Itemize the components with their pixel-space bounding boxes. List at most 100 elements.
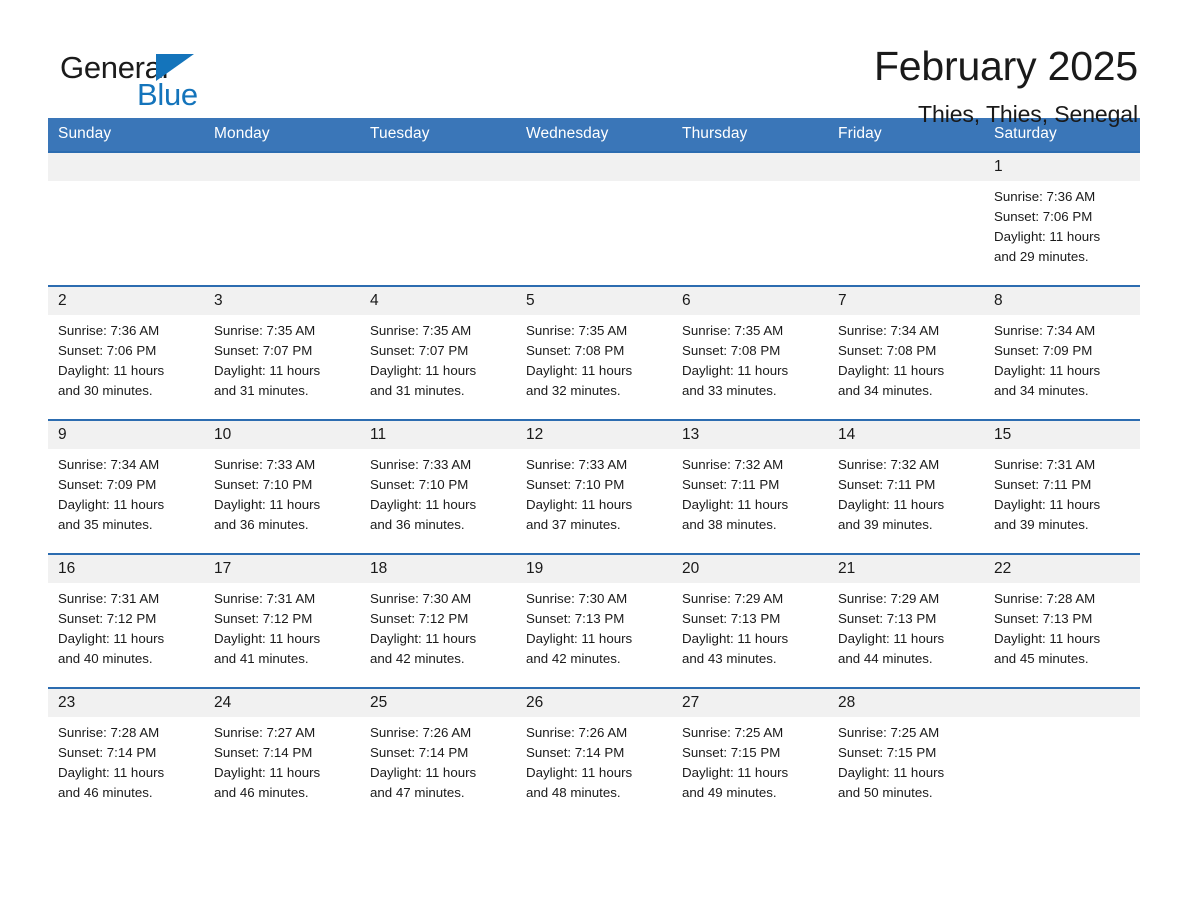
sunset-text: Sunset: 7:13 PM	[838, 611, 937, 626]
calendar-day-cell[interactable]: 9 Sunrise: 7:34 AM Sunset: 7:09 PM Daylight…	[48, 419, 204, 554]
calendar-day-cell[interactable]: 20 Sunrise: 7:29 AM Sunset: 7:13 PM Dayligh…	[672, 553, 828, 688]
calendar-day-cell[interactable]: 16 Sunrise: 7:31 AM Sunset: 7:12 PM Dayligh…	[48, 553, 204, 688]
day-details: Sunrise: 7:26 AM Sunset: 7:14 PM Daylight:…	[360, 717, 516, 803]
calendar-day-cell[interactable]: 25 Sunrise: 7:26 AM Sunset: 7:14 PM Dayligh…	[360, 687, 516, 822]
sunset-text: Sunset: 7:11 PM	[994, 477, 1092, 492]
calendar-day-cell[interactable]: 8 Sunrise: 7:34 AM Sunset: 7:09 PM Daylight…	[984, 285, 1140, 420]
day-number: 3	[204, 287, 360, 315]
calendar-day-cell[interactable]: 3 Sunrise: 7:35 AM Sunset: 7:07 PM Daylight…	[204, 285, 360, 420]
day-number: 9	[48, 421, 204, 449]
calendar-cell-empty	[204, 151, 360, 286]
day-number: 10	[204, 421, 360, 449]
calendar-cell-empty	[672, 151, 828, 286]
daylight-text-line2: and 43 minutes.	[682, 651, 777, 666]
day-number: 1	[984, 153, 1140, 181]
calendar-day-cell[interactable]: 11 Sunrise: 7:33 AM Sunset: 7:10 PM Dayligh…	[360, 419, 516, 554]
sunset-text: Sunset: 7:15 PM	[838, 745, 937, 760]
logo-text-blue: Blue	[137, 77, 198, 112]
sunrise-text: Sunrise: 7:33 AM	[214, 457, 316, 472]
calendar-day-cell[interactable]: 10 Sunrise: 7:33 AM Sunset: 7:10 PM Dayligh…	[204, 419, 360, 554]
day-details: Sunrise: 7:29 AM Sunset: 7:13 PM Daylight:…	[672, 583, 828, 669]
calendar-day-cell[interactable]: 19 Sunrise: 7:30 AM Sunset: 7:13 PM Dayligh…	[516, 553, 672, 688]
daylight-text-line1: Daylight: 11 hours	[994, 631, 1101, 646]
sunrise-text: Sunrise: 7:34 AM	[994, 323, 1096, 338]
sunset-text: Sunset: 7:12 PM	[214, 611, 313, 626]
daylight-text-line1: Daylight: 11 hours	[370, 363, 477, 378]
daylight-text-line2: and 48 minutes.	[526, 785, 621, 800]
sunset-text: Sunset: 7:10 PM	[214, 477, 313, 492]
calendar-day-cell[interactable]: 22 Sunrise: 7:28 AM Sunset: 7:13 PM Dayligh…	[984, 553, 1140, 688]
daylight-text-line2: and 42 minutes.	[370, 651, 465, 666]
daylight-text-line1: Daylight: 11 hours	[526, 497, 633, 512]
calendar-day-cell[interactable]: 21 Sunrise: 7:29 AM Sunset: 7:13 PM Dayligh…	[828, 553, 984, 688]
calendar-day-cell[interactable]: 17 Sunrise: 7:31 AM Sunset: 7:12 PM Dayligh…	[204, 553, 360, 688]
day-details: Sunrise: 7:29 AM Sunset: 7:13 PM Daylight:…	[828, 583, 984, 669]
calendar-day-cell[interactable]: 1 Sunrise: 7:36 AM Sunset: 7:06 PM Daylight…	[984, 151, 1140, 286]
day-number: 28	[828, 689, 984, 717]
calendar-day-cell[interactable]: 14 Sunrise: 7:32 AM Sunset: 7:11 PM Dayligh…	[828, 419, 984, 554]
day-details: Sunrise: 7:25 AM Sunset: 7:15 PM Daylight:…	[828, 717, 984, 803]
calendar-day-cell[interactable]: 26 Sunrise: 7:26 AM Sunset: 7:14 PM Dayligh…	[516, 687, 672, 822]
calendar-day-cell[interactable]: 4 Sunrise: 7:35 AM Sunset: 7:07 PM Daylight…	[360, 285, 516, 420]
day-details: Sunrise: 7:35 AM Sunset: 7:07 PM Daylight:…	[204, 315, 360, 401]
calendar-day-cell[interactable]: 15 Sunrise: 7:31 AM Sunset: 7:11 PM Dayligh…	[984, 419, 1140, 554]
daylight-text-line1: Daylight: 11 hours	[370, 497, 477, 512]
calendar-day-cell[interactable]: 2 Sunrise: 7:36 AM Sunset: 7:06 PM Daylight…	[48, 285, 204, 420]
day-number	[672, 153, 828, 181]
day-details: Sunrise: 7:35 AM Sunset: 7:08 PM Daylight:…	[516, 315, 672, 401]
day-number: 20	[672, 555, 828, 583]
day-details: Sunrise: 7:32 AM Sunset: 7:11 PM Daylight:…	[828, 449, 984, 535]
sunset-text: Sunset: 7:09 PM	[994, 343, 1093, 358]
sunset-text: Sunset: 7:12 PM	[58, 611, 157, 626]
sunrise-text: Sunrise: 7:31 AM	[214, 591, 316, 606]
daylight-text-line1: Daylight: 11 hours	[682, 631, 789, 646]
day-details: Sunrise: 7:36 AM Sunset: 7:06 PM Daylight:…	[48, 315, 204, 401]
sunrise-text: Sunrise: 7:28 AM	[58, 725, 160, 740]
calendar-cell-empty	[828, 151, 984, 286]
calendar-day-cell[interactable]: 12 Sunrise: 7:33 AM Sunset: 7:10 PM Dayligh…	[516, 419, 672, 554]
daylight-text-line2: and 50 minutes.	[838, 785, 933, 800]
calendar-day-cell[interactable]: 5 Sunrise: 7:35 AM Sunset: 7:08 PM Daylight…	[516, 285, 672, 420]
daylight-text-line2: and 46 minutes.	[214, 785, 309, 800]
day-details: Sunrise: 7:25 AM Sunset: 7:15 PM Daylight:…	[672, 717, 828, 803]
day-details: Sunrise: 7:35 AM Sunset: 7:08 PM Daylight:…	[672, 315, 828, 401]
daylight-text-line1: Daylight: 11 hours	[526, 765, 633, 780]
general-blue-logo: General Blue	[60, 44, 260, 114]
sunset-text: Sunset: 7:13 PM	[682, 611, 781, 626]
day-details: Sunrise: 7:30 AM Sunset: 7:12 PM Daylight:…	[360, 583, 516, 669]
calendar-day-cell[interactable]: 27 Sunrise: 7:25 AM Sunset: 7:15 PM Dayligh…	[672, 687, 828, 822]
daylight-text-line1: Daylight: 11 hours	[682, 497, 789, 512]
calendar-cell-empty	[516, 151, 672, 286]
day-details: Sunrise: 7:31 AM Sunset: 7:12 PM Daylight:…	[204, 583, 360, 669]
daylight-text-line2: and 34 minutes.	[994, 383, 1089, 398]
day-details: Sunrise: 7:35 AM Sunset: 7:07 PM Daylight:…	[360, 315, 516, 401]
day-number: 22	[984, 555, 1140, 583]
day-details: Sunrise: 7:26 AM Sunset: 7:14 PM Daylight:…	[516, 717, 672, 803]
day-number: 14	[828, 421, 984, 449]
calendar-day-cell[interactable]: 23 Sunrise: 7:28 AM Sunset: 7:14 PM Dayligh…	[48, 687, 204, 822]
calendar-cell-empty	[360, 151, 516, 286]
title-block: February 2025 Thies, Thies, Senegal	[874, 43, 1140, 128]
calendar-day-cell[interactable]: 24 Sunrise: 7:27 AM Sunset: 7:14 PM Dayligh…	[204, 687, 360, 822]
sunrise-text: Sunrise: 7:26 AM	[370, 725, 472, 740]
sunset-text: Sunset: 7:12 PM	[370, 611, 469, 626]
calendar-day-cell[interactable]: 7 Sunrise: 7:34 AM Sunset: 7:08 PM Daylight…	[828, 285, 984, 420]
day-number	[360, 153, 516, 181]
day-details: Sunrise: 7:31 AM Sunset: 7:12 PM Daylight:…	[48, 583, 204, 669]
daylight-text-line1: Daylight: 11 hours	[58, 765, 165, 780]
day-number: 25	[360, 689, 516, 717]
calendar-day-cell[interactable]: 13 Sunrise: 7:32 AM Sunset: 7:11 PM Dayligh…	[672, 419, 828, 554]
daylight-text-line1: Daylight: 11 hours	[58, 363, 165, 378]
daylight-text-line2: and 31 minutes.	[370, 383, 465, 398]
calendar-day-cell[interactable]: 6 Sunrise: 7:35 AM Sunset: 7:08 PM Daylight…	[672, 285, 828, 420]
day-number: 26	[516, 689, 672, 717]
sunset-text: Sunset: 7:13 PM	[526, 611, 625, 626]
calendar-day-cell[interactable]: 28 Sunrise: 7:25 AM Sunset: 7:15 PM Dayligh…	[828, 687, 984, 822]
sunrise-text: Sunrise: 7:28 AM	[994, 591, 1096, 606]
day-number: 13	[672, 421, 828, 449]
daylight-text-line2: and 35 minutes.	[58, 517, 153, 532]
calendar-body: 1 Sunrise: 7:36 AM Sunset: 7:06 PM Daylight…	[48, 151, 1140, 822]
day-number: 5	[516, 287, 672, 315]
calendar-day-cell[interactable]: 18 Sunrise: 7:30 AM Sunset: 7:12 PM Dayligh…	[360, 553, 516, 688]
daylight-text-line1: Daylight: 11 hours	[994, 363, 1101, 378]
